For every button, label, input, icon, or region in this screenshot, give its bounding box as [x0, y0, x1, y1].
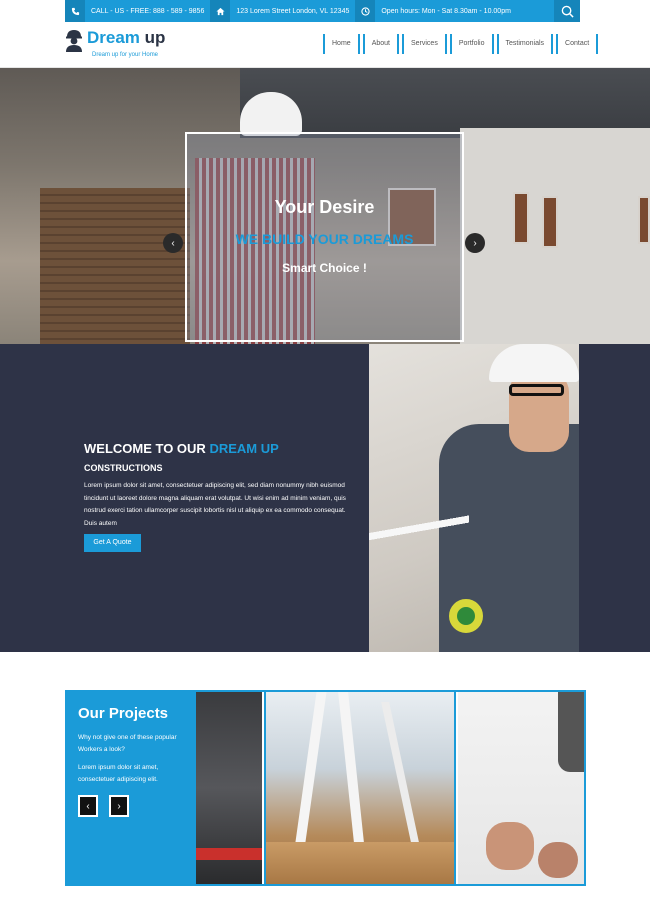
- hero-bg-garage: [40, 188, 190, 344]
- logo-part-2: up: [139, 28, 166, 47]
- topbar-phone: CALL - US - FREE: 888 - 589 - 9856: [91, 7, 205, 15]
- nav-contact[interactable]: Contact: [556, 34, 599, 54]
- image-hand: [486, 822, 534, 870]
- projects-prev-button[interactable]: ‹: [78, 795, 98, 817]
- image-tape-roll: [449, 599, 483, 633]
- topbar-hours: Open hours: Mon - Sat 8.30am - 10.00pm: [381, 7, 511, 15]
- image-glasses: [509, 384, 564, 396]
- projects-title: Our Projects: [78, 705, 169, 722]
- logo-title[interactable]: Dream up: [87, 28, 165, 48]
- topbar-address: 123 Lorem Street London, VL 12345: [236, 7, 350, 15]
- chevron-left-icon: ‹: [171, 237, 175, 249]
- projects-question: Why not give one of these popular Worker…: [78, 734, 177, 753]
- image-hand: [538, 842, 578, 878]
- home-icon: [210, 0, 231, 22]
- projects-description: Lorem ipsum dolor sit amet, consectetuer…: [78, 764, 159, 783]
- image-column: [295, 692, 327, 842]
- search-button[interactable]: [554, 0, 580, 22]
- nav-testimonials[interactable]: Testimonials: [496, 34, 554, 54]
- logo-part-1: Dream: [87, 28, 140, 47]
- nav-home[interactable]: Home: [323, 34, 360, 54]
- image-column: [338, 692, 364, 842]
- welcome-subtitle: CONSTRUCTIONS: [84, 463, 163, 473]
- search-icon: [561, 5, 574, 18]
- welcome-title-prefix: WELCOME TO OUR: [84, 441, 210, 456]
- image-worker-side: [558, 692, 584, 772]
- hero-bg-window: [638, 196, 650, 244]
- top-bar-inner: CALL - US - FREE: 888 - 589 - 9856 123 L…: [65, 0, 579, 22]
- project-image-building[interactable]: [264, 692, 456, 884]
- project-image-electrician[interactable]: [458, 692, 584, 884]
- image-helmet: [489, 344, 579, 382]
- projects-next-button[interactable]: ›: [109, 795, 129, 817]
- welcome-title: WELCOME TO OUR DREAM UP: [84, 441, 279, 456]
- nav-about[interactable]: About: [362, 34, 399, 54]
- hero-subtitle: WE BUILD YOUR DREAMS: [235, 231, 414, 247]
- image-cables: [369, 514, 469, 544]
- chevron-right-icon: ›: [117, 800, 121, 812]
- clock-icon: [355, 0, 376, 22]
- hero-bg-window: [513, 192, 529, 244]
- phone-icon: [65, 0, 85, 22]
- hero-title: Your Desire: [274, 197, 375, 217]
- welcome-title-highlight: DREAM UP: [209, 441, 279, 456]
- nav-portfolio[interactable]: Portfolio: [449, 34, 494, 54]
- welcome-body-text: Lorem ipsum dolor sit amet, consectetuer…: [84, 482, 346, 527]
- nav-services[interactable]: Services: [401, 34, 447, 54]
- chevron-right-icon: ›: [473, 237, 477, 249]
- hero-bg-window: [542, 196, 558, 248]
- top-bar: CALL - US - FREE: 888 - 589 - 9856 123 L…: [0, 0, 650, 22]
- electrician-image: [369, 344, 579, 652]
- hero-tagline: Smart Choice !: [282, 261, 367, 275]
- project-image-tools[interactable]: [196, 692, 262, 884]
- logo-tagline: Dream up for your Home: [92, 52, 159, 58]
- image-column: [381, 702, 419, 842]
- get-a-quote-button[interactable]: Get A Quote: [84, 534, 141, 552]
- hero-prev-button[interactable]: ‹: [163, 233, 183, 253]
- worker-logo-icon[interactable]: [64, 28, 84, 52]
- chevron-left-icon: ‹: [86, 800, 90, 812]
- image-floor: [266, 842, 454, 884]
- hero-next-button[interactable]: ›: [465, 233, 485, 253]
- main-nav: Home About Services Portfolio Testimonia…: [323, 34, 601, 54]
- image-level-tool: [196, 848, 262, 860]
